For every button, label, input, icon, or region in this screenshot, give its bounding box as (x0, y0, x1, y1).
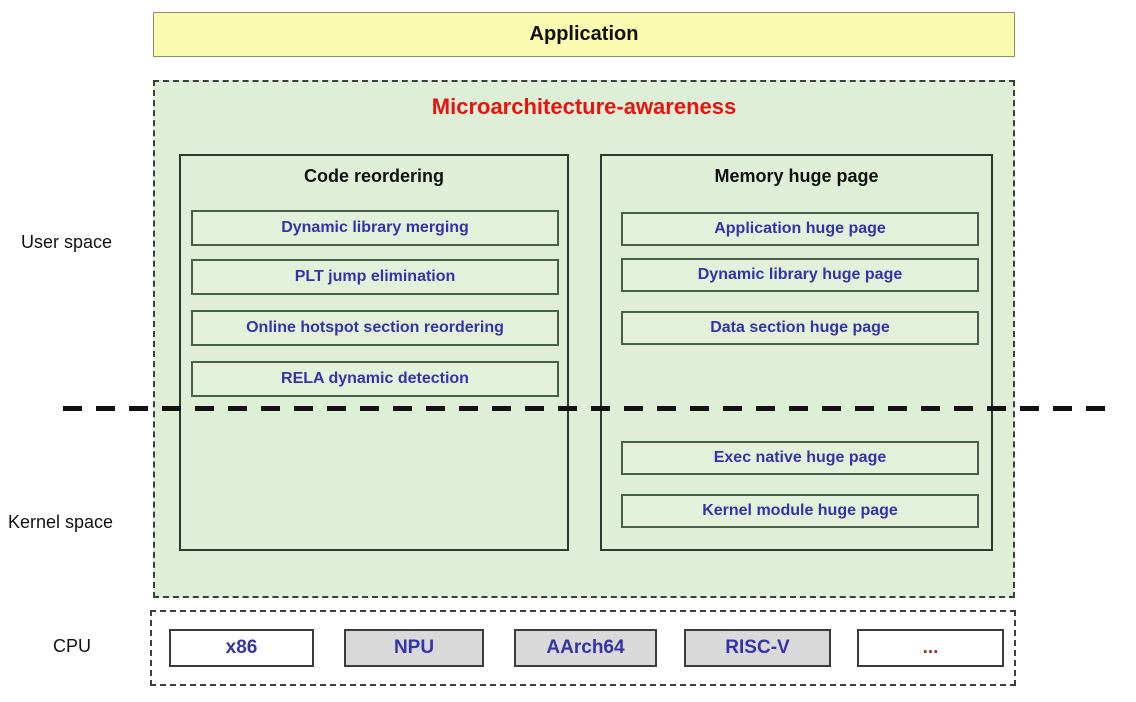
feature-box-rela-dynamic-detection: RELA dynamic detection (191, 361, 559, 397)
cpu-label: CPU (53, 636, 91, 657)
architecture-diagram: Application Microarchitecture-awareness … (0, 0, 1136, 702)
feature-box-dynamic-library-merging: Dynamic library merging (191, 210, 559, 246)
feature-box-dynamic-library-huge-page: Dynamic library huge page (621, 258, 979, 292)
cpu-group: x86 NPU AArch64 RISC-V ... (150, 610, 1016, 686)
user-kernel-space-divider (63, 406, 1112, 411)
application-box: Application (153, 12, 1015, 57)
cpu-item-aarch64: AArch64 (514, 629, 657, 667)
code-reordering-title: Code reordering (181, 166, 567, 187)
cpu-item-x86: x86 (169, 629, 314, 667)
application-label: Application (530, 23, 639, 46)
feature-box-data-section-huge-page: Data section huge page (621, 311, 979, 345)
kernel-space-label: Kernel space (8, 512, 113, 533)
microarchitecture-awareness-title: Microarchitecture-awareness (155, 94, 1013, 120)
cpu-item-npu: NPU (344, 629, 484, 667)
memory-huge-page-group: Memory huge page Application huge page D… (600, 154, 993, 551)
feature-box-kernel-module-huge-page: Kernel module huge page (621, 494, 979, 528)
user-space-label: User space (21, 232, 112, 253)
feature-box-plt-jump-elimination: PLT jump elimination (191, 259, 559, 295)
code-reordering-group: Code reordering Dynamic library merging … (179, 154, 569, 551)
memory-huge-page-title: Memory huge page (602, 166, 991, 187)
feature-box-application-huge-page: Application huge page (621, 212, 979, 246)
cpu-item-ellipsis: ... (857, 629, 1004, 667)
microarchitecture-awareness-box: Microarchitecture-awareness Code reorder… (153, 80, 1015, 598)
cpu-item-riscv: RISC-V (684, 629, 831, 667)
feature-box-exec-native-huge-page: Exec native huge page (621, 441, 979, 475)
feature-box-online-hotspot-section-reordering: Online hotspot section reordering (191, 310, 559, 346)
